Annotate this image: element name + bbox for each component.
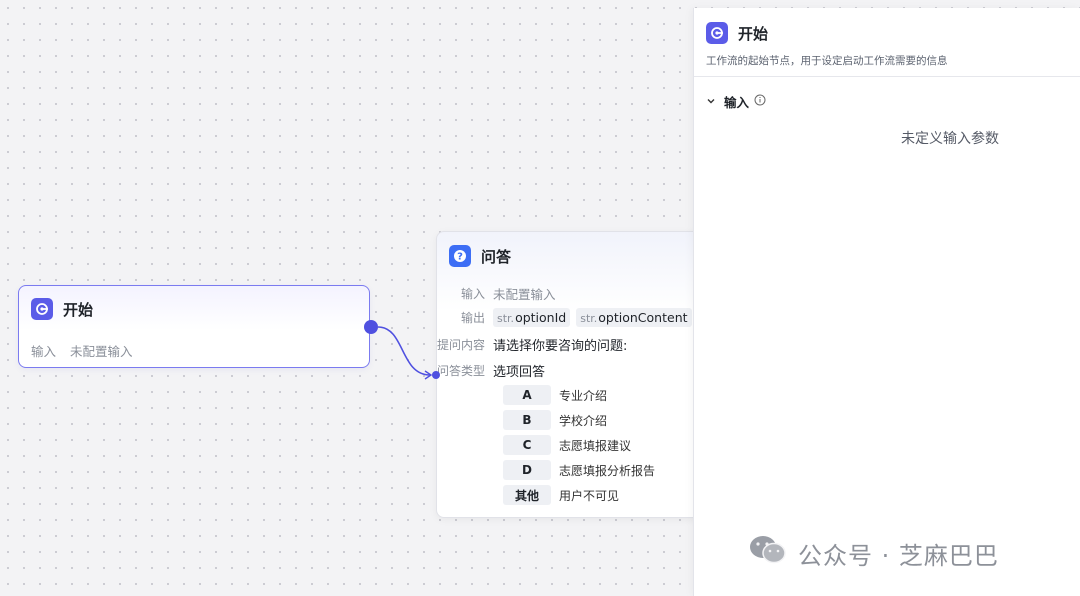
question-icon: ? — [449, 245, 471, 267]
start-node-title: 开始 — [63, 300, 94, 319]
qa-input-row: 输入 未配置输入 — [437, 284, 556, 303]
qa-question-value: 请选择你要咨询的问题: — [493, 339, 628, 354]
qa-question-label: 提问内容 — [437, 338, 486, 352]
qa-question-row: 提问内容 请选择你要咨询的问题: — [437, 335, 627, 354]
qa-input-value: 未配置输入 — [493, 287, 556, 302]
panel-title: 开始 — [738, 24, 769, 43]
node-config-panel: 开始 工作流的起始节点，用于设定启动工作流需要的信息 输入 未定义输入参数 — [693, 8, 1080, 596]
start-node-icon — [706, 22, 728, 44]
start-node[interactable]: 开始 输入 未配置输入 — [18, 285, 370, 368]
option-row: 其他 用户不可见 — [503, 485, 619, 505]
qa-node-header: ? 问答 — [449, 245, 511, 267]
watermark-text: 公众号 · 芝麻巴巴 — [798, 541, 999, 570]
option-key: B — [503, 410, 551, 430]
option-text: 志愿填报分析报告 — [559, 463, 656, 478]
svg-text:?: ? — [457, 252, 463, 263]
output-name: optionId — [515, 310, 567, 325]
panel-divider — [694, 76, 1080, 77]
start-output-port[interactable] — [364, 320, 378, 334]
empty-input-message: 未定义输入参数 — [901, 131, 999, 147]
option-text: 志愿填报建议 — [559, 438, 632, 453]
option-row: C 志愿填报建议 — [503, 435, 631, 455]
info-icon[interactable] — [754, 94, 766, 109]
qa-answer-type-row: 问答类型 选项回答 — [437, 361, 545, 380]
qa-node-title: 问答 — [481, 247, 512, 266]
output-tag-optionId: str. optionId — [493, 308, 571, 327]
option-row: B 学校介绍 — [503, 410, 607, 430]
option-row: A 专业介绍 — [503, 385, 607, 405]
workflow-canvas[interactable]: 开始 输入 未配置输入 ? 问答 输入 未配置输入 输出 str. option… — [0, 0, 1080, 596]
output-name: optionContent — [598, 310, 688, 325]
qa-answer-type-label: 问答类型 — [437, 364, 486, 378]
start-node-icon — [31, 298, 53, 320]
qa-input-port[interactable] — [432, 371, 440, 379]
qa-answer-type-value: 选项回答 — [493, 365, 546, 380]
input-section-toggle[interactable]: 输入 — [706, 92, 766, 111]
panel-description: 工作流的起始节点，用于设定启动工作流需要的信息 — [706, 55, 948, 67]
qa-output-row: 输出 str. optionId str. optionContent — [437, 308, 698, 327]
option-text: 用户不可见 — [559, 488, 620, 503]
qa-input-label: 输入 — [460, 287, 485, 301]
option-key: 其他 — [503, 485, 551, 505]
output-type: str. — [580, 312, 598, 325]
option-key: A — [503, 385, 551, 405]
option-text: 专业介绍 — [559, 388, 608, 403]
qa-node[interactable]: ? 问答 输入 未配置输入 输出 str. optionId str. opti… — [436, 231, 706, 518]
output-tag-optionContent: str. optionContent — [576, 308, 692, 327]
chevron-down-icon[interactable] — [706, 94, 716, 109]
panel-header: 开始 — [706, 22, 768, 44]
option-key: D — [503, 460, 551, 480]
watermark: 公众号 · 芝麻巴巴 — [748, 534, 999, 572]
option-row: D 志愿填报分析报告 — [503, 460, 655, 480]
option-text: 学校介绍 — [559, 413, 608, 428]
start-node-header: 开始 — [31, 298, 93, 320]
qa-output-label: 输出 — [460, 311, 485, 325]
input-section-title: 输入 — [724, 95, 750, 110]
output-type: str. — [497, 312, 515, 325]
start-input-value: 未配置输入 — [70, 344, 133, 359]
start-input-label: 输入 — [31, 344, 57, 359]
wechat-icon — [748, 534, 788, 572]
option-key: C — [503, 435, 551, 455]
start-node-input-row: 输入 未配置输入 — [31, 341, 133, 360]
